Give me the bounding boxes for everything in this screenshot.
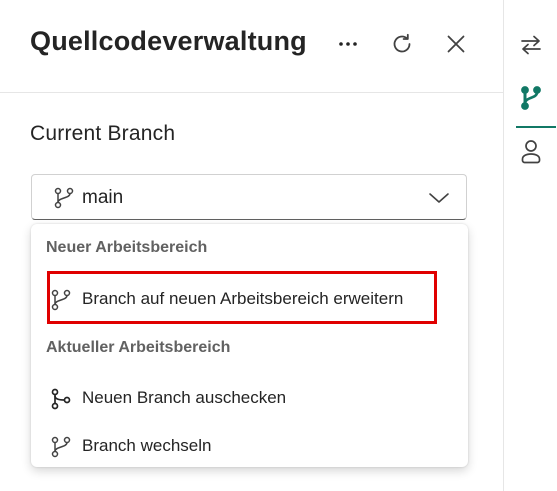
page-title: Quellcodeverwaltung (30, 26, 307, 56)
menu-item-label: Neuen Branch auschecken (82, 388, 287, 407)
branch-dropdown[interactable]: main (31, 174, 467, 220)
pane-header: Quellcodeverwaltung (0, 0, 503, 93)
more-options-button[interactable] (332, 28, 364, 60)
branch-icon (54, 187, 74, 209)
refresh-button[interactable] (386, 28, 418, 60)
person-icon (521, 140, 541, 164)
menu-group-label: Neuer Arbeitsbereich (46, 239, 208, 256)
menu-group-label: Aktueller Arbeitsbereich (46, 339, 231, 356)
side-rail (503, 0, 557, 491)
current-branch-heading: Current Branch (30, 122, 176, 145)
branch-menu: Neuer Arbeitsbereich Branch auf neuen Ar… (31, 224, 468, 467)
refresh-icon (393, 33, 411, 53)
branch-dropdown-value: main (82, 187, 124, 208)
arrow-swap-icon (521, 35, 541, 55)
menu-item-switch-branch[interactable]: Branch wechseln (37, 426, 462, 466)
close-button[interactable] (440, 28, 472, 60)
menu-item-label: Branch wechseln (82, 436, 212, 455)
menu-item-checkout-branch[interactable]: Neuen Branch auschecken (37, 378, 462, 418)
branch-icon (51, 436, 71, 458)
rail-item-account[interactable] (517, 138, 545, 166)
menu-item-label: Branch auf neuen Arbeitsbereich erweiter… (82, 289, 404, 308)
chevron-down-icon (429, 193, 449, 203)
source-control-pane: Quellcodeverwaltung Current Branch main … (0, 0, 503, 491)
menu-item-expand-branch[interactable]: Branch auf neuen Arbeitsbereich erweiter… (37, 279, 462, 319)
rail-item-swap[interactable] (517, 31, 545, 59)
rail-active-indicator (516, 126, 556, 128)
more-horizontal-icon (339, 42, 357, 46)
branch-icon (51, 289, 71, 311)
branch-fork-icon (51, 388, 71, 410)
rail-item-source-control[interactable] (517, 84, 545, 112)
branch-icon (521, 86, 541, 110)
close-icon (447, 35, 465, 53)
